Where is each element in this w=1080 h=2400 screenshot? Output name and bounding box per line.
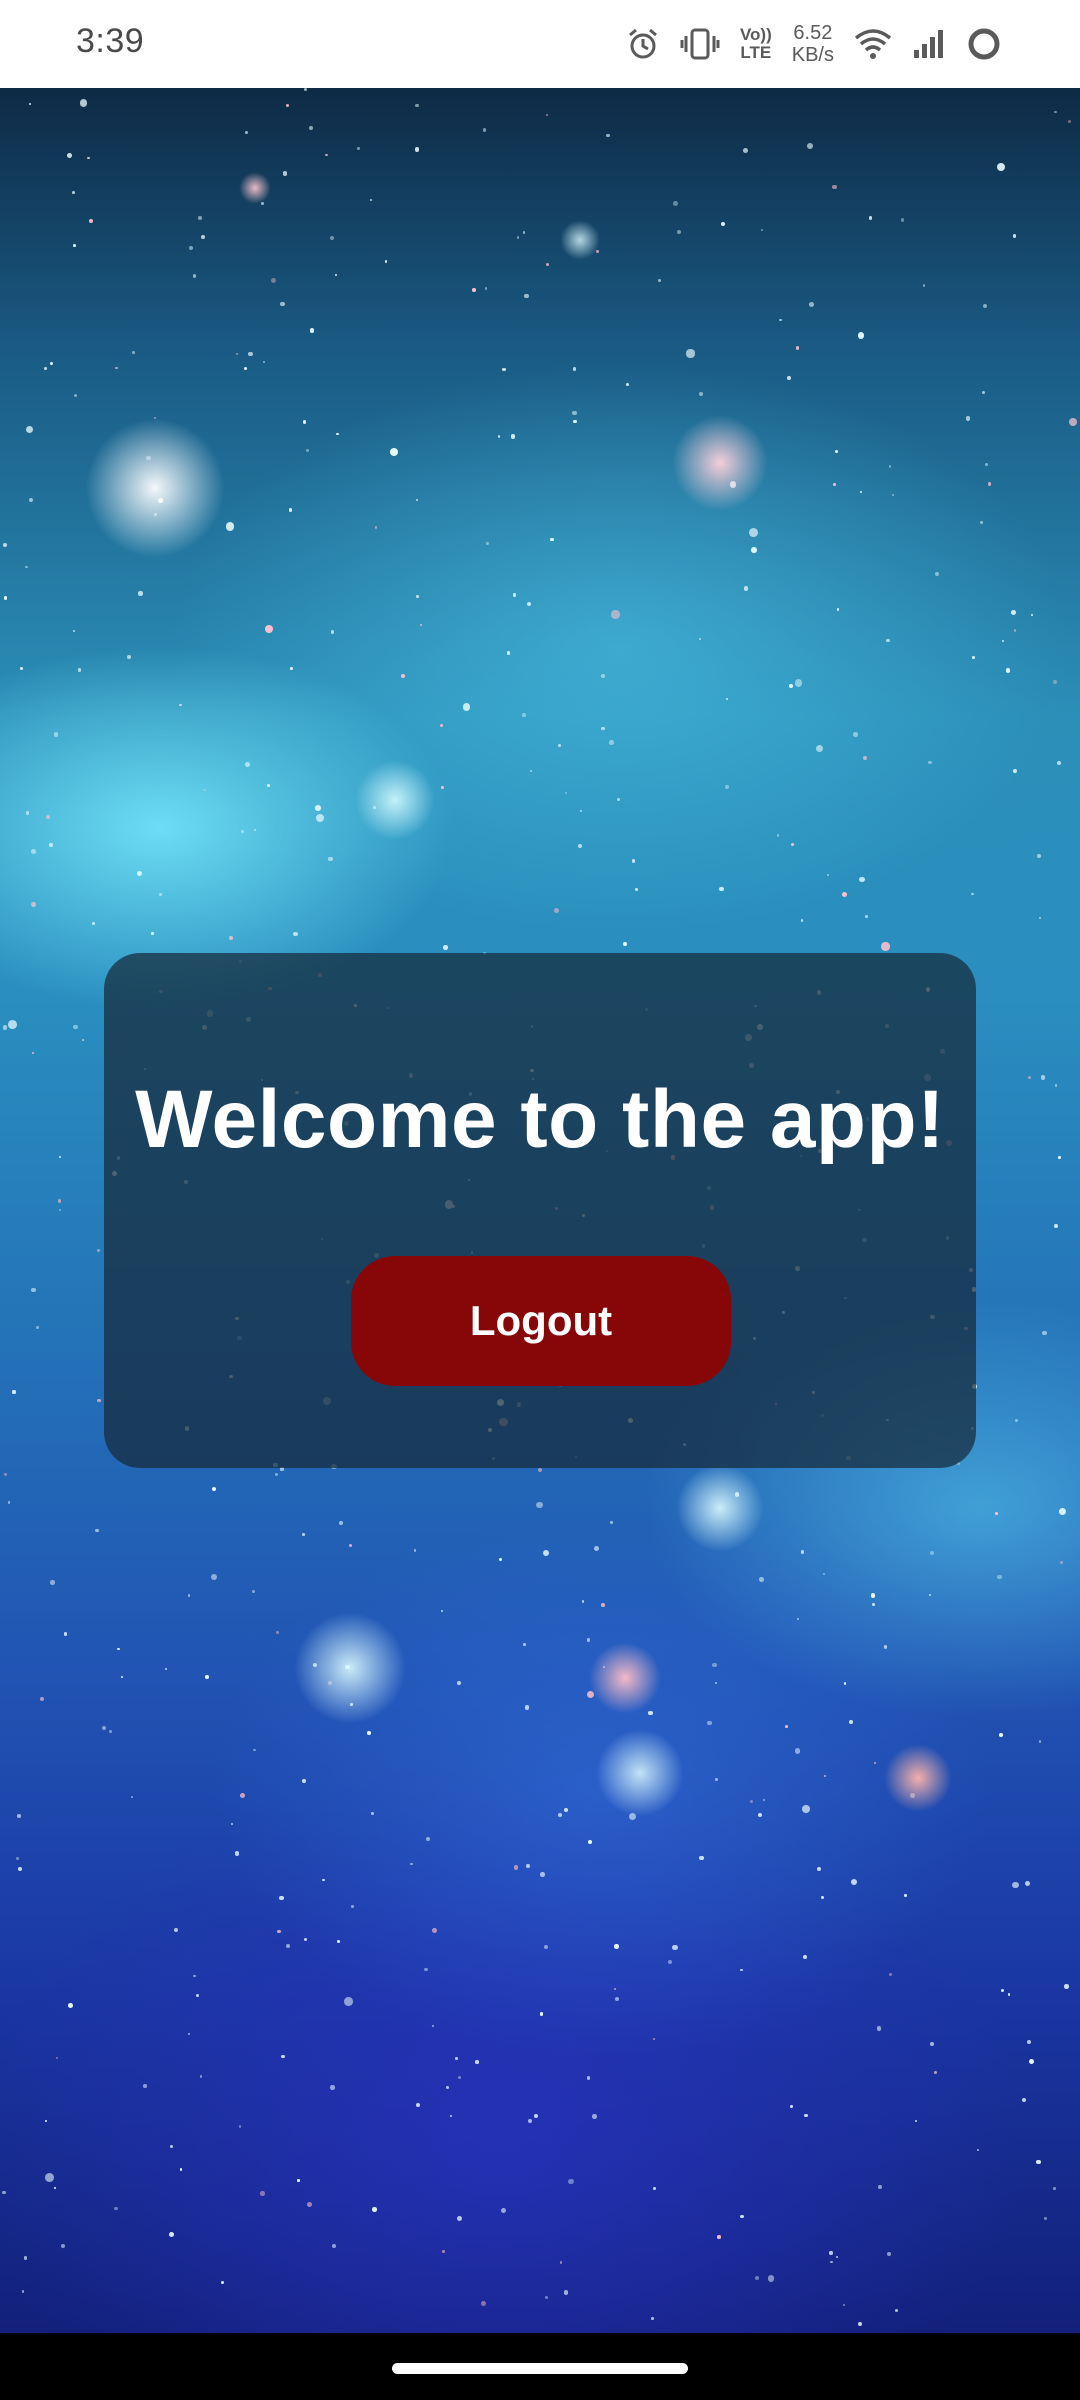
home-indicator[interactable]: [392, 2363, 688, 2374]
welcome-card: Welcome to the app! Logout: [104, 953, 976, 1468]
logout-button[interactable]: Logout: [351, 1256, 731, 1386]
navigation-bar: [0, 2333, 1080, 2400]
welcome-heading: Welcome to the app!: [135, 1074, 945, 1165]
battery-ring-icon: [966, 26, 1002, 62]
status-icons: Vo)) LTE 6.52 KB/s: [626, 20, 1002, 68]
volte-icon: Vo)) LTE: [740, 26, 772, 62]
network-speed-value: 6.52: [793, 22, 833, 44]
alarm-icon: [626, 27, 660, 61]
status-bar: 3:39 Vo)) LTE 6.52 KB/s: [0, 0, 1080, 88]
wifi-icon: [854, 28, 892, 60]
network-speed-unit: KB/s: [791, 44, 834, 66]
vibrate-icon: [680, 27, 720, 61]
network-speed: 6.52 KB/s: [792, 22, 834, 66]
signal-icon: [912, 28, 946, 60]
status-time: 3:39: [76, 22, 145, 60]
volte-bottom-label: LTE: [740, 43, 772, 62]
volte-top-label: Vo)): [739, 25, 772, 44]
